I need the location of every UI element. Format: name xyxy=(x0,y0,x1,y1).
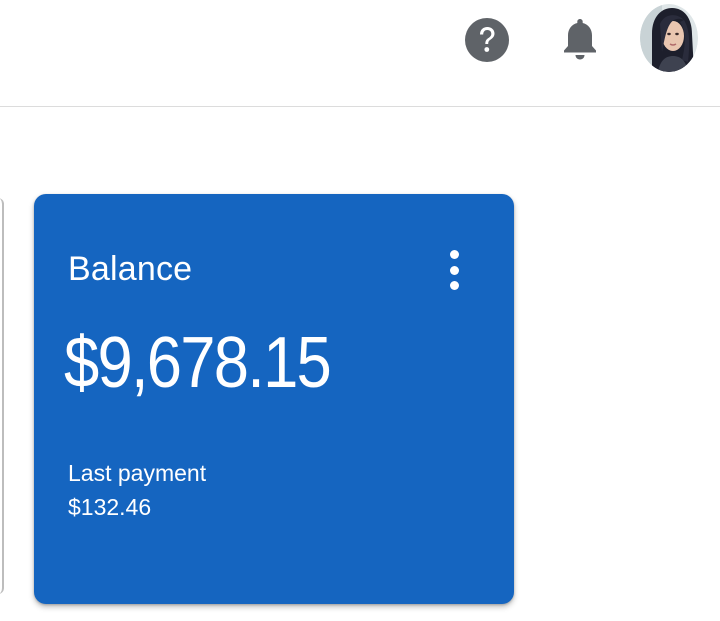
help-icon[interactable] xyxy=(463,16,511,64)
last-payment-value: $132.46 xyxy=(68,494,152,520)
user-avatar[interactable] xyxy=(640,4,698,72)
menu-dot xyxy=(449,281,459,290)
top-app-bar xyxy=(0,0,720,107)
more-vert-icon[interactable] xyxy=(440,250,468,290)
balance-card: Balance $9,678.15 Last payment $132.46 xyxy=(34,194,514,604)
notifications-bell-icon[interactable] xyxy=(555,13,605,65)
last-payment-label: Last payment xyxy=(68,460,207,486)
previous-card-edge xyxy=(0,198,4,594)
menu-dot xyxy=(449,265,459,275)
balance-amount: $9,678.15 xyxy=(64,323,332,403)
card-title: Balance xyxy=(68,250,193,288)
menu-dot xyxy=(449,250,459,259)
